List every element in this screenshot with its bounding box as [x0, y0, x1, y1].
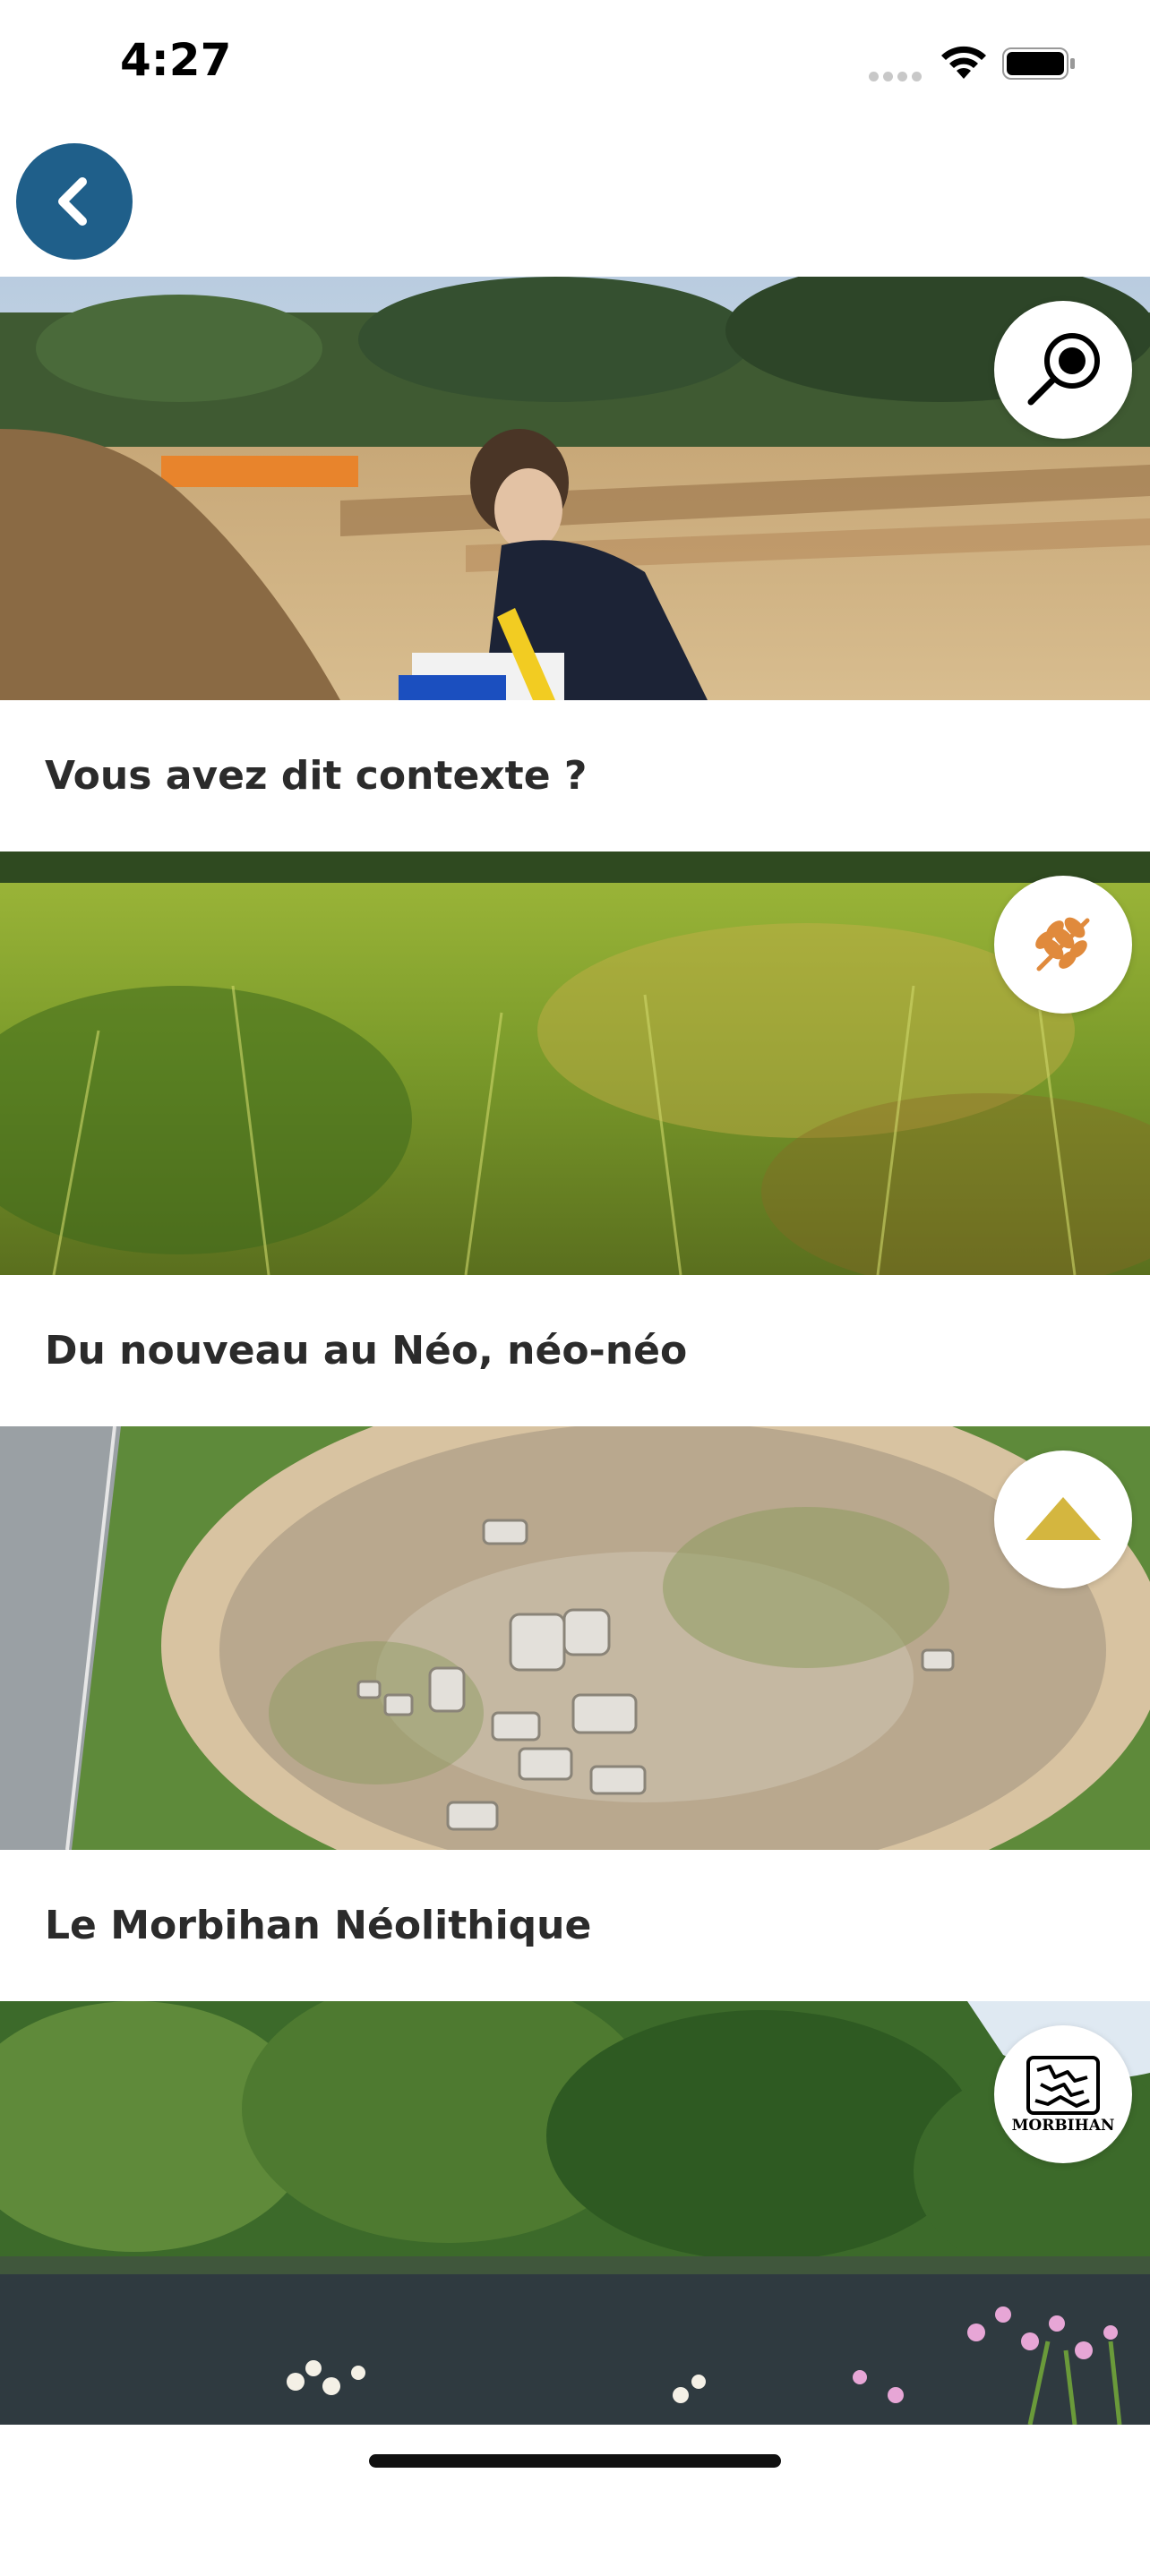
card-badge: MORBIHAN — [994, 2025, 1132, 2163]
status-time: 4:27 — [120, 34, 232, 86]
wheat-icon — [1035, 917, 1090, 971]
card-title: Vous avez dit contexte ? — [45, 753, 588, 799]
card-title — [45, 2425, 1120, 2576]
back-button[interactable] — [16, 143, 133, 260]
card-badge — [994, 876, 1132, 1014]
home-indicator[interactable] — [369, 2454, 781, 2468]
card-badge — [994, 301, 1132, 439]
wifi-icon — [941, 46, 986, 79]
dolmen-aerial-photo — [0, 1426, 1150, 1850]
topic-card[interactable]: Du nouveau au Néo, néo-néo — [0, 852, 1150, 1426]
river-landscape-photo — [0, 2001, 1150, 2425]
card-title: Du nouveau au Néo, néo-néo — [45, 1328, 688, 1374]
topic-list: Vous avez dit contexte ? Du nouveau au N… — [0, 277, 1150, 2576]
grassland-photo — [0, 852, 1150, 1275]
tumulus-icon — [1026, 1497, 1101, 1540]
card-title: Le Morbihan Néolithique — [45, 1903, 592, 1948]
chevron-left-icon — [58, 177, 87, 226]
badge-label: MORBIHAN — [1011, 2117, 1115, 2135]
magnifier-icon — [1027, 333, 1100, 406]
topic-card[interactable]: MORBIHAN — [0, 2001, 1150, 2576]
excavation-photo — [0, 277, 1150, 700]
topic-card[interactable]: Le Morbihan Néolithique — [0, 1426, 1150, 2001]
card-badge — [994, 1451, 1132, 1588]
status-bar: 4:27 — [0, 0, 1150, 130]
battery-icon — [1002, 47, 1075, 80]
cellular-signal-icon — [869, 72, 922, 81]
topic-card[interactable]: Vous avez dit contexte ? — [0, 277, 1150, 852]
morbihan-map-icon — [1026, 2056, 1100, 2115]
